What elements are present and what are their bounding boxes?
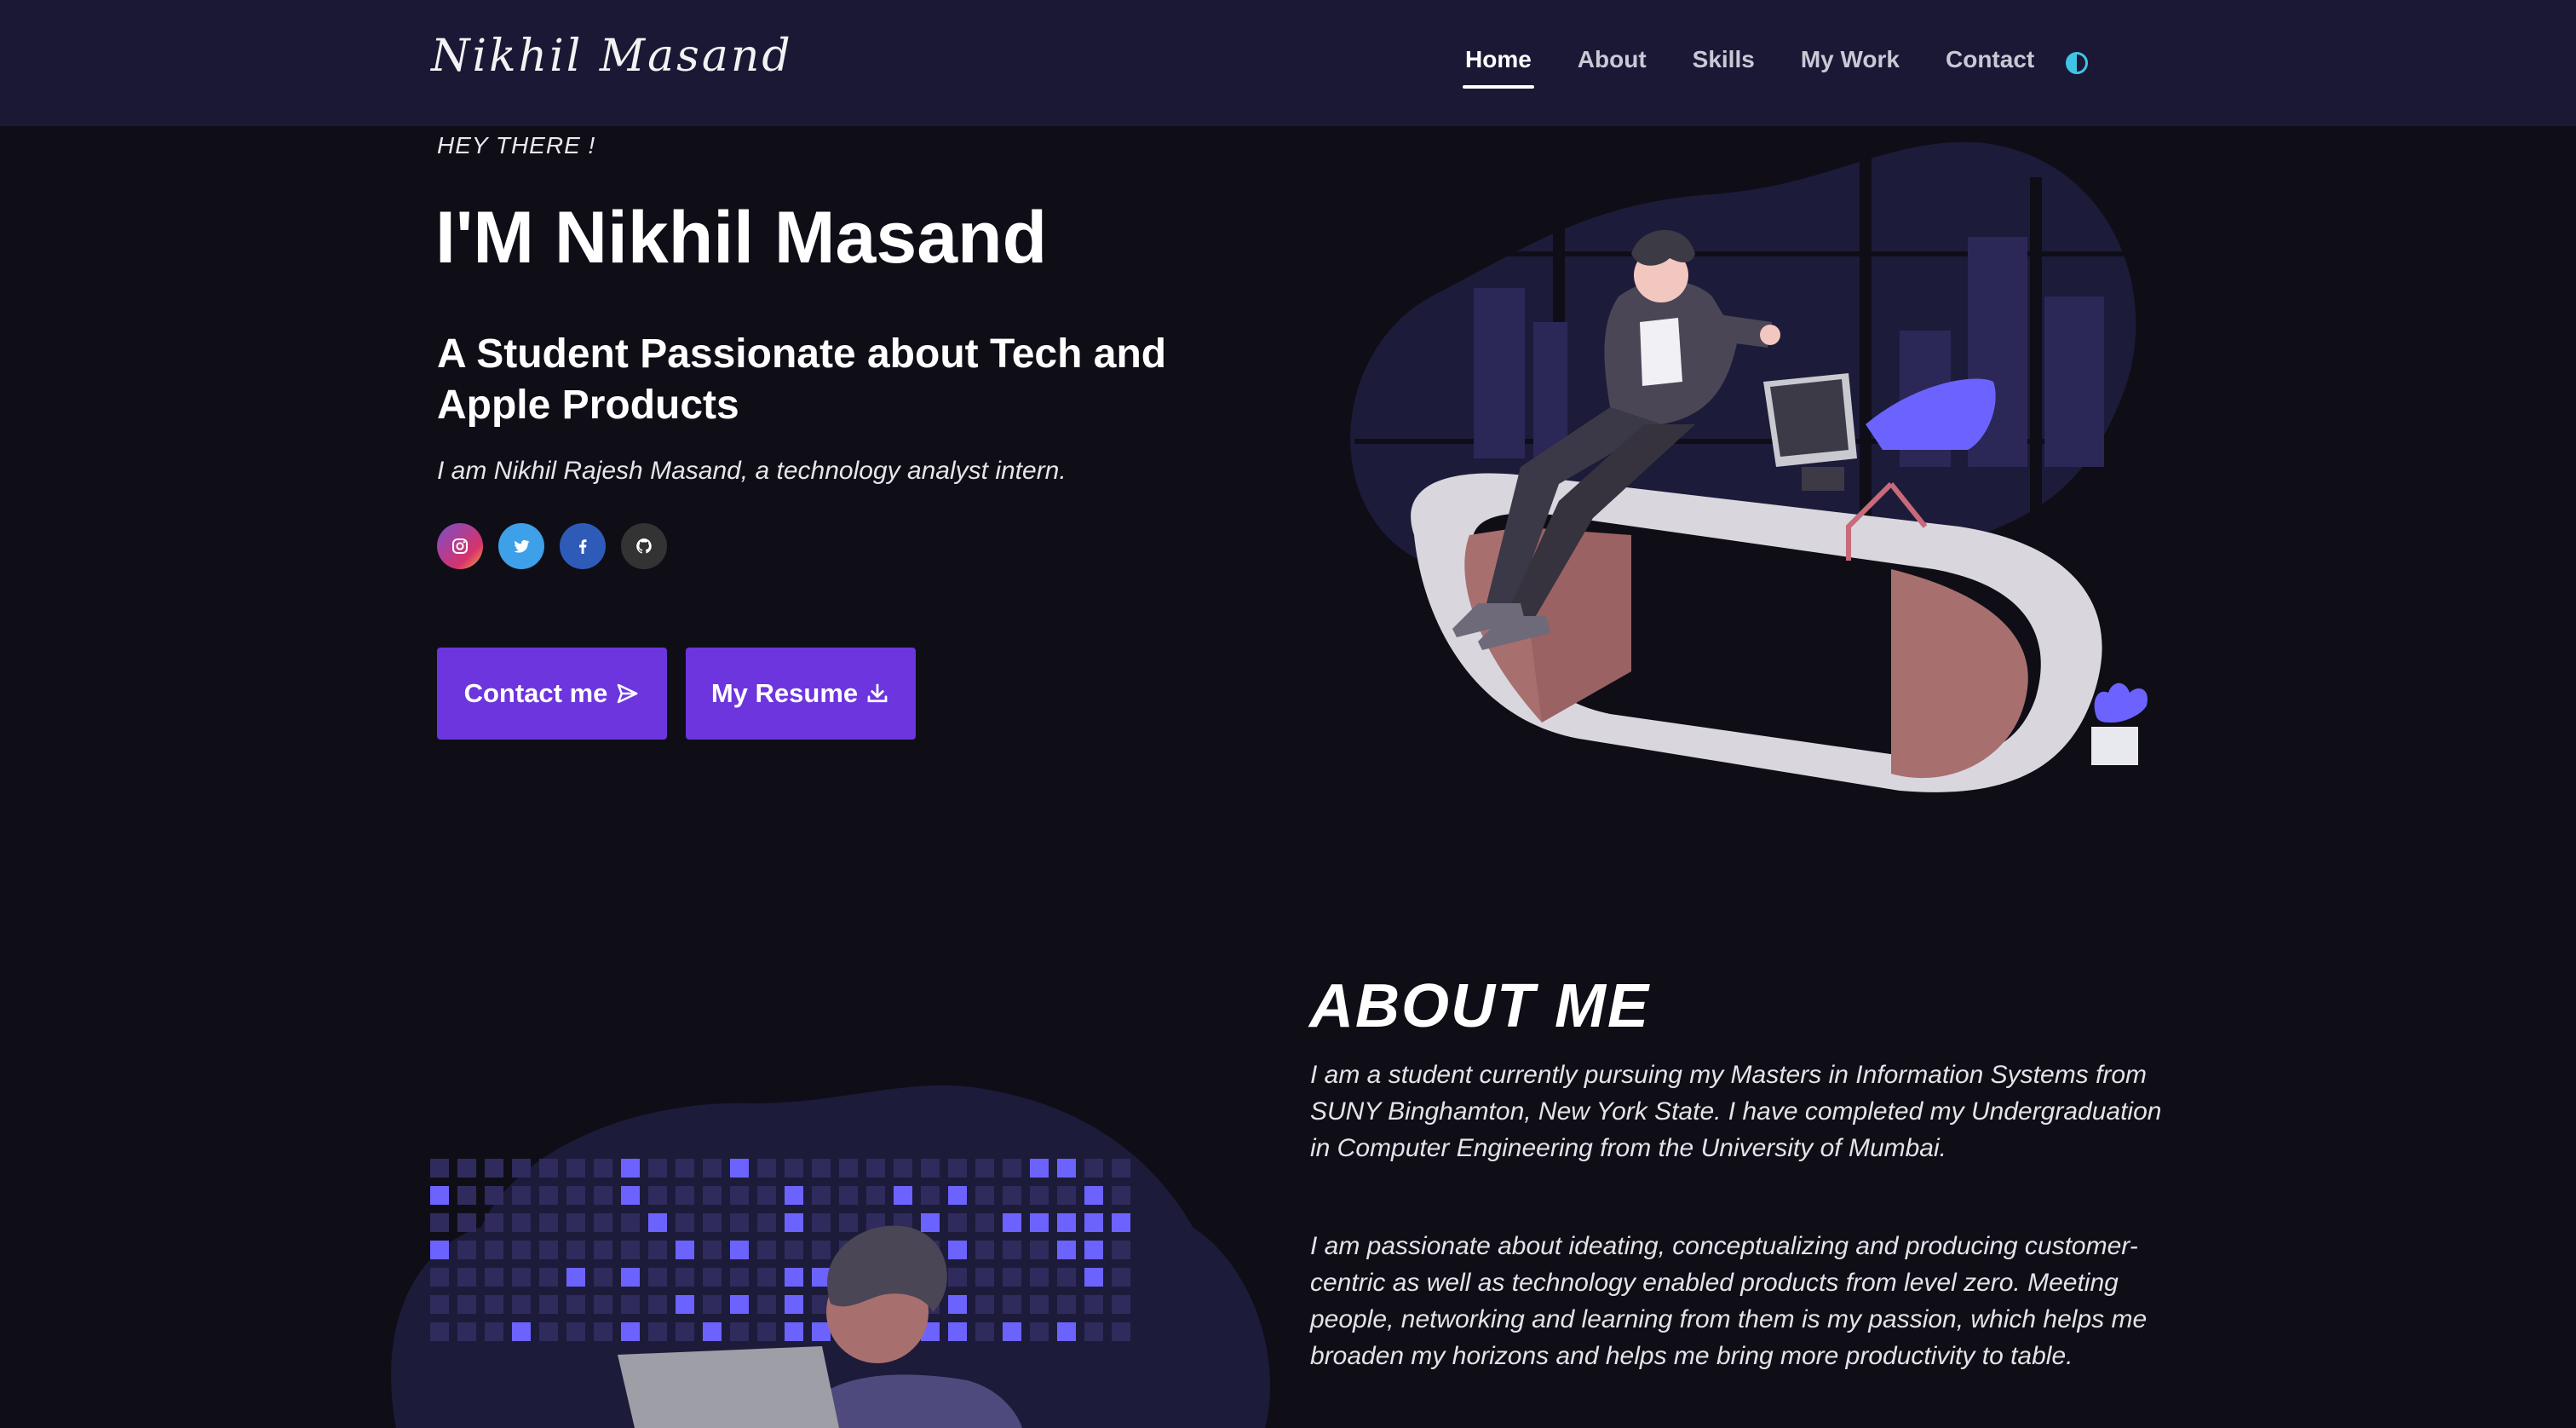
nav-my-work[interactable]: My Work	[1801, 46, 1900, 73]
about-title: ABOUT ME	[1309, 972, 1650, 1040]
about-paragraph-2: I am passionate about ideating, conceptu…	[1310, 1232, 2148, 1370]
social-links	[437, 523, 682, 569]
navbar: Nikhil Masand Home About Skills My Work …	[0, 0, 2576, 126]
download-icon	[867, 683, 888, 703]
contact-me-button[interactable]: Contact me	[437, 648, 667, 740]
instagram-link[interactable]	[437, 523, 483, 569]
send-icon	[618, 683, 638, 704]
half-moon-icon[interactable]	[2066, 52, 2088, 74]
github-link[interactable]	[621, 523, 667, 569]
my-resume-label: My Resume	[710, 678, 859, 708]
brand-logo[interactable]: Nikhil Masand	[431, 31, 793, 82]
hero-illustration	[1350, 126, 2148, 792]
about-illustration	[391, 1085, 1271, 1428]
contact-me-label: Contact me	[463, 678, 608, 708]
facebook-link[interactable]	[560, 523, 606, 569]
twitter-link[interactable]	[498, 523, 544, 569]
facebook-icon	[579, 539, 587, 554]
twitter-icon	[514, 539, 530, 553]
hero-title: I'M Nikhil Masand	[435, 197, 1048, 279]
instagram-icon	[452, 538, 468, 554]
about-paragraph-1: I am a student currently pursuing my Mas…	[1310, 1061, 2162, 1162]
hero-subtitle: A Student Passionate about Tech and Appl…	[437, 331, 1167, 428]
nav-links: Home About Skills My Work Contact	[1463, 46, 2080, 89]
nav-home[interactable]: Home	[1463, 46, 1534, 89]
hero-description: I am Nikhil Rajesh Masand, a technology …	[437, 457, 1067, 485]
nav-skills[interactable]: Skills	[1693, 46, 1755, 73]
nav-contact[interactable]: Contact	[1946, 46, 2034, 73]
my-resume-button[interactable]: My Resume	[686, 648, 916, 740]
nav-about[interactable]: About	[1578, 46, 1647, 73]
github-icon	[636, 538, 652, 554]
hero-eyebrow: HEY THERE !	[437, 132, 596, 158]
